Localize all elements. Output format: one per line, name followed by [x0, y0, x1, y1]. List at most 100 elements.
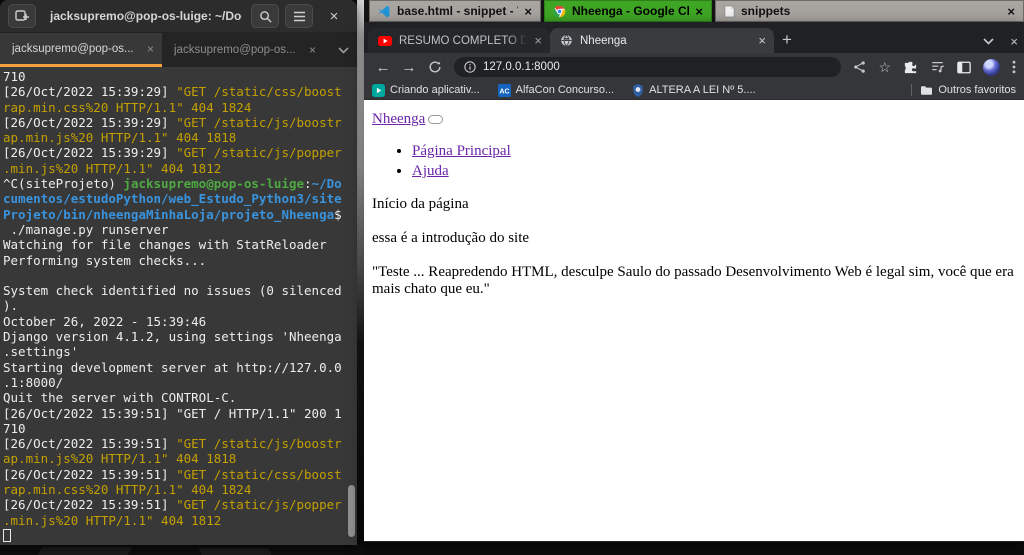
hamburger-menu-icon: [293, 11, 305, 21]
terminal-line: [26/Oct/2022 15:39:51] "GET /static/js/b…: [3, 436, 342, 452]
page-nav-item-1: Ajuda: [412, 163, 1016, 180]
terminal-scrollbar[interactable]: [347, 67, 356, 545]
folder-icon: [921, 85, 933, 95]
broken-image-icon: [428, 115, 444, 124]
page-nav-link-1[interactable]: Ajuda: [412, 163, 449, 179]
terminal-line: Quit the server with CONTROL-C.: [3, 390, 237, 406]
terminal-scrollbar-thumb[interactable]: [348, 485, 355, 537]
svg-text:AC: AC: [499, 88, 509, 95]
chrome-window: RESUMO COMPLETO DE HUNTE × Nheenga × + × ← →: [364, 22, 1024, 542]
close-icon[interactable]: ×: [534, 33, 542, 48]
reload-icon: [429, 61, 441, 73]
terminal-line: .min.js%20 HTTP/1.1" 404 1812: [3, 512, 222, 528]
terminal-line: October 26, 2022 - 15:39:46: [3, 313, 207, 329]
site-home-link[interactable]: Nheenga: [372, 111, 425, 127]
chevron-down-icon: [338, 46, 349, 54]
taskbar-window-button-0[interactable]: base.html - snippet - Visual ... ×: [369, 0, 541, 22]
terminal-tab-chevron[interactable]: [338, 33, 349, 67]
close-icon[interactable]: ×: [695, 4, 703, 19]
teal-play-icon: [372, 83, 385, 97]
browser-tab-0[interactable]: RESUMO COMPLETO DE HUNTE ×: [368, 28, 550, 53]
back-button[interactable]: ←: [372, 59, 394, 76]
terminal-line: .1:8000/: [3, 374, 64, 390]
taskbar-window-label: base.html - snippet - Visual ...: [397, 4, 518, 18]
terminal-tab-0[interactable]: jacksupremo@pop-os... ×: [0, 33, 162, 67]
close-icon[interactable]: ×: [309, 43, 316, 57]
browser-tab-1[interactable]: Nheenga ×: [550, 28, 774, 53]
terminal-line: [26/Oct/2022 15:39:51] "GET /static/js/p…: [3, 497, 342, 513]
site-info-icon[interactable]: [464, 61, 476, 73]
desktop: jacksupremo@pop-os-luige: ~/Documen... ×…: [0, 0, 1024, 555]
terminal-line: ap.min.js%20 HTTP/1.1" 404 1818: [3, 130, 237, 146]
alfacon-icon: AC: [497, 83, 511, 97]
taskbar-window-button-1[interactable]: Nheenga - Google Chrome ×: [544, 0, 712, 22]
terminal-line: [26/Oct/2022 15:39:29] "GET /static/css/…: [3, 84, 342, 100]
terminal-menu-button[interactable]: [285, 4, 313, 28]
extensions-icon[interactable]: [903, 60, 918, 75]
bookmark-item-0[interactable]: Criando aplicativ...: [372, 83, 480, 97]
bookmark-star-icon[interactable]: ☆: [878, 59, 891, 76]
terminal-line: [26/Oct/2022 15:39:29] "GET /static/js/b…: [3, 114, 342, 130]
other-bookmarks-button[interactable]: Outros favoritos: [920, 84, 1016, 96]
address-url: 127.0.0.1:8000: [483, 61, 560, 73]
terminal-new-tab-button[interactable]: [8, 4, 36, 28]
close-icon[interactable]: ×: [147, 42, 154, 56]
search-icon: [259, 10, 272, 23]
terminal-line: rap.min.css%20 HTTP/1.1" 404 1824: [3, 99, 252, 115]
terminal-line: .min.js%20 HTTP/1.1" 404 1812: [3, 160, 222, 176]
chrome-icon: [553, 5, 566, 18]
terminal-line: ./manage.py runserver: [3, 221, 169, 237]
taskbar: base.html - snippet - Visual ...×Nheenga…: [364, 0, 1024, 22]
new-tab-icon: [15, 10, 29, 21]
profile-avatar[interactable]: [983, 58, 1000, 76]
share-icon[interactable]: [853, 60, 866, 74]
terminal-line: ap.min.js%20 HTTP/1.1" 404 1818: [3, 451, 237, 467]
reload-button[interactable]: [424, 60, 446, 74]
terminal-line: 710: [3, 420, 26, 436]
page-nav-item-0: Página Principal: [412, 143, 1016, 160]
taskbar-window-button-2[interactable]: snippets ×: [715, 0, 1024, 22]
bookmarks-bar: Criando aplicativ... AC AlfaCon Concurso..…: [364, 81, 1024, 100]
page-nav-link-0[interactable]: Página Principal: [412, 143, 511, 159]
chrome-new-tab-button[interactable]: +: [782, 30, 792, 50]
desktop-wallpaper-bottom: [0, 545, 364, 555]
terminal-line: 710: [3, 69, 26, 84]
other-bookmarks-label: Outros favoritos: [938, 84, 1016, 96]
vscode-icon: [378, 5, 391, 18]
chrome-tabstrip: RESUMO COMPLETO DE HUNTE × Nheenga × + ×: [364, 22, 1024, 53]
page-paragraph-0: Início da página: [372, 196, 469, 212]
terminal-search-button[interactable]: [251, 4, 279, 28]
close-icon[interactable]: ×: [1007, 4, 1015, 19]
terminal-line: ^C(siteProjeto) jacksupremo@pop-os-luige…: [3, 176, 342, 192]
tab-search-chevron-icon[interactable]: [983, 38, 994, 45]
terminal-window-title: jacksupremo@pop-os-luige: ~/Documen...: [50, 9, 242, 23]
terminal-line: [26/Oct/2022 15:39:51] "GET / HTTP/1.1" …: [3, 405, 342, 421]
browser-tab-label: RESUMO COMPLETO DE HUNTE: [399, 34, 528, 47]
forward-button[interactable]: →: [398, 59, 420, 76]
side-panel-icon[interactable]: [957, 61, 971, 74]
bookmark-item-1[interactable]: AC AlfaCon Concurso...: [497, 83, 615, 97]
chrome-close-window-button[interactable]: ×: [1010, 34, 1018, 49]
kebab-menu-icon[interactable]: [1012, 60, 1016, 74]
youtube-icon: [378, 35, 392, 47]
bookmark-label: AlfaCon Concurso...: [515, 84, 615, 96]
terminal-output[interactable]: 710 [26/Oct/2022 15:39:29] "GET /static/c…: [0, 67, 357, 545]
terminal-line: System check identified no issues (0 sil…: [3, 283, 342, 299]
address-bar[interactable]: 127.0.0.1:8000: [454, 57, 842, 77]
terminal-line: [3, 528, 355, 543]
terminal-line: .settings': [3, 344, 79, 360]
close-icon[interactable]: ×: [524, 4, 532, 19]
terminal-titlebar[interactable]: jacksupremo@pop-os-luige: ~/Documen... ×: [0, 0, 357, 33]
page-paragraph-1: essa é a introdução do site: [372, 230, 530, 246]
taskbar-window-label: Nheenga - Google Chrome: [572, 4, 689, 18]
page-nav-list: Página Principal Ajuda: [372, 143, 1016, 180]
media-controls-icon[interactable]: [930, 60, 945, 74]
terminal-line: [26/Oct/2022 15:39:29] "GET /static/js/p…: [3, 145, 342, 161]
bookmark-label: Criando aplicativ...: [390, 84, 480, 96]
close-icon[interactable]: ×: [758, 33, 766, 48]
crest-icon: [632, 83, 644, 97]
terminal-tab-1[interactable]: jacksupremo@pop-os... ×: [162, 33, 324, 67]
bookmark-item-2[interactable]: ALTERA A LEI Nº 5....: [632, 83, 756, 97]
terminal-close-button[interactable]: ×: [321, 4, 347, 28]
